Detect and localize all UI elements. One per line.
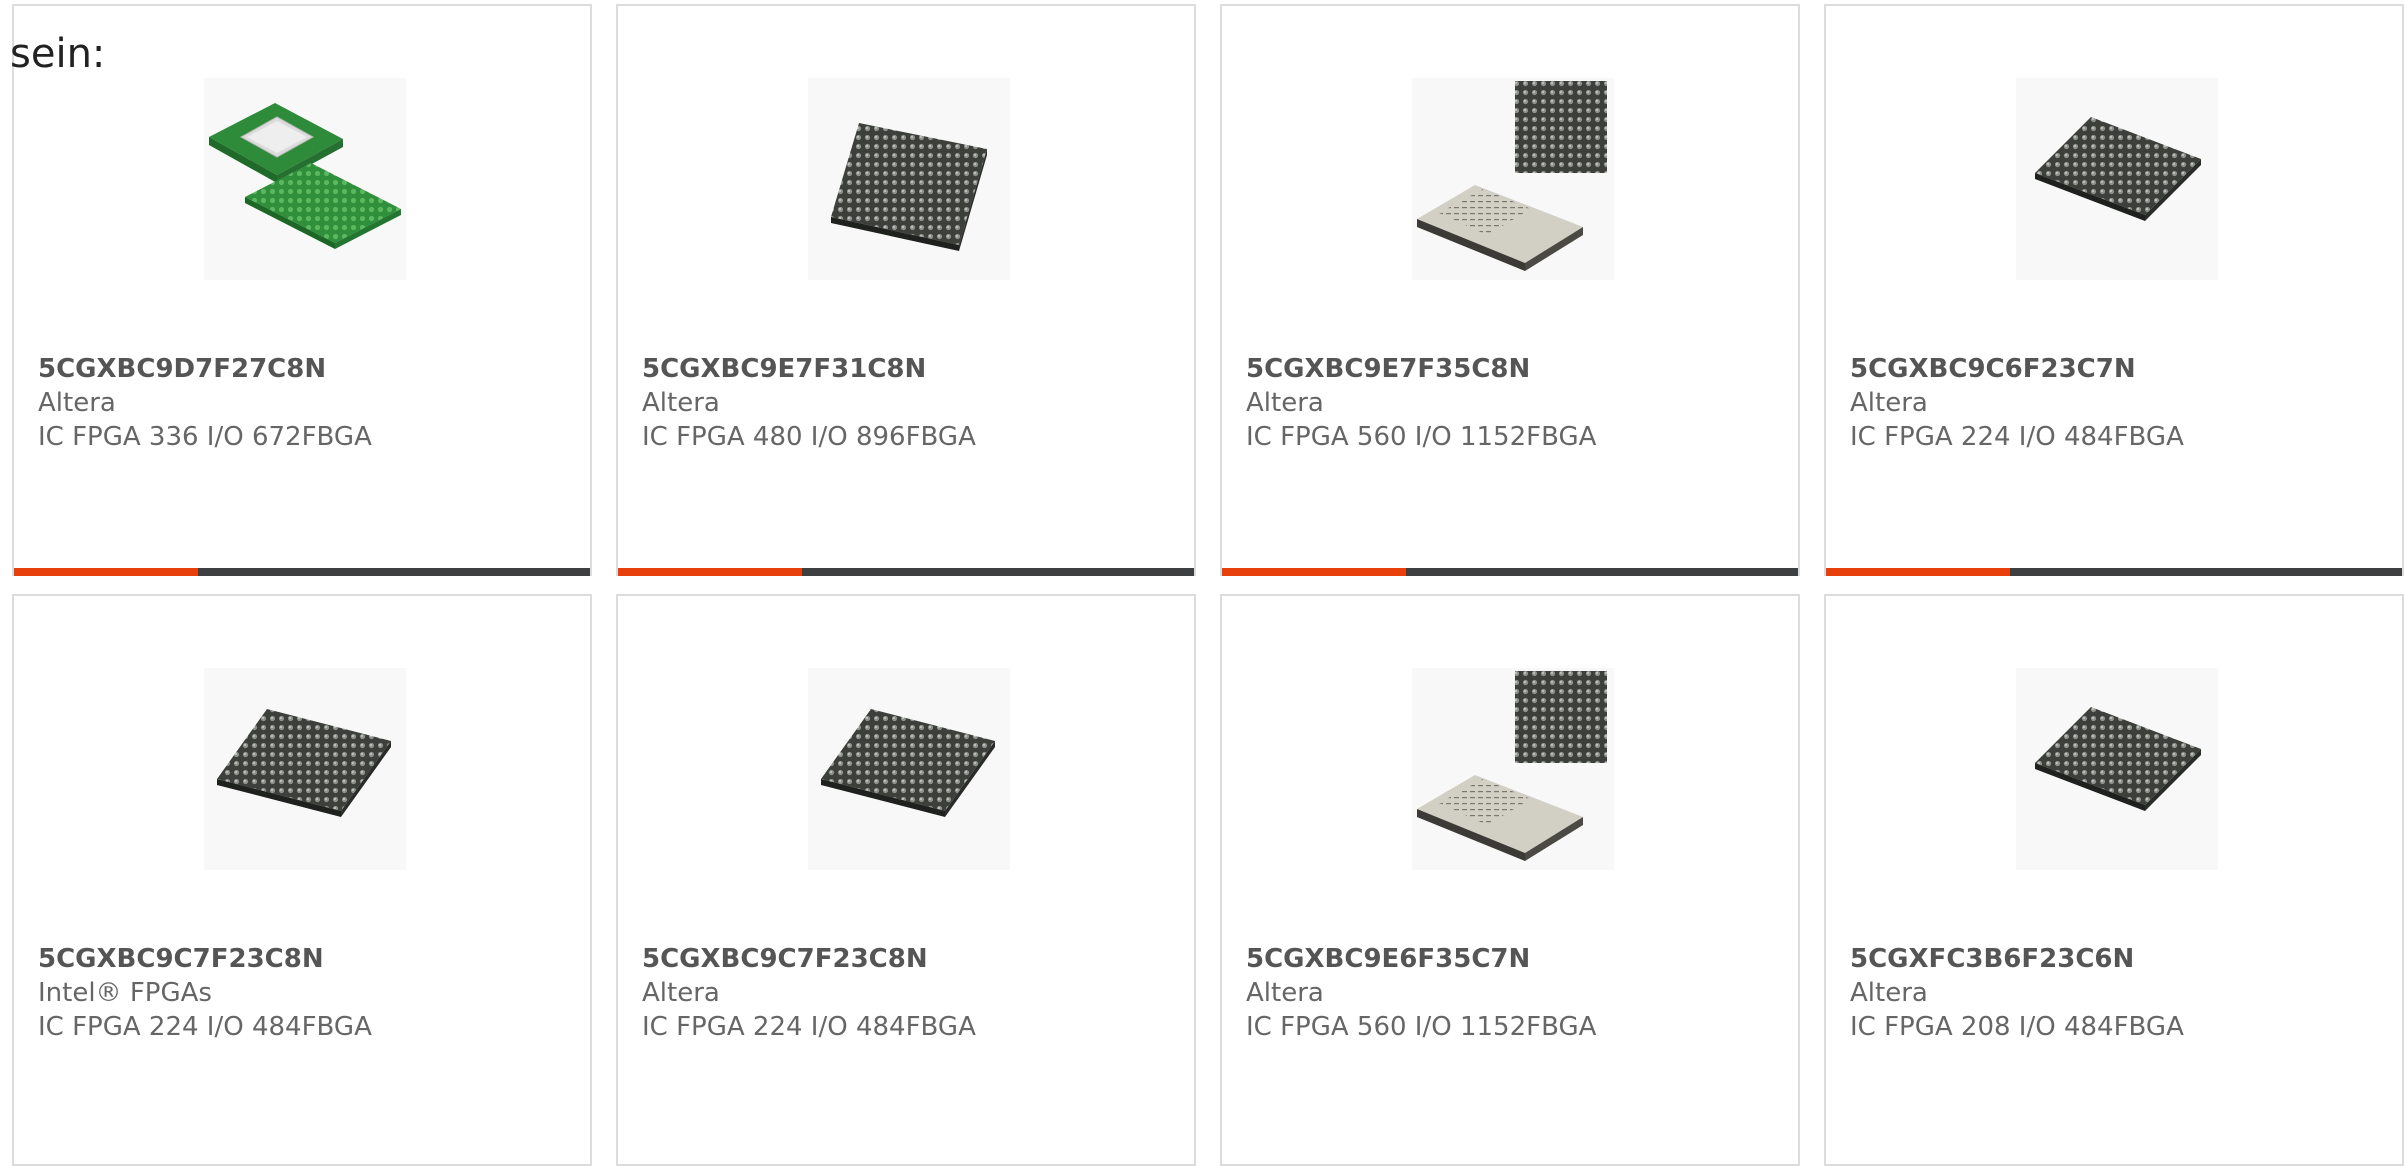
manufacturer: Altera — [1850, 978, 1928, 1008]
product-info: 5CGXBC9E6F35C7N Altera IC FPGA 560 I/O 1… — [1246, 942, 1778, 1044]
product-card[interactable]: 5CGXBC9D7F27C8N Altera IC FPGA 336 I/O 6… — [12, 4, 592, 576]
product-image[interactable] — [1412, 668, 1614, 870]
beige-bga-chip-icon — [1417, 81, 1607, 271]
manufacturer: Altera — [1246, 388, 1324, 418]
part-number[interactable]: 5CGXBC9E7F35C8N — [1246, 352, 1778, 386]
description: IC FPGA 208 I/O 484FBGA — [1850, 1012, 2184, 1042]
part-number[interactable]: 5CGXBC9E6F35C7N — [1246, 942, 1778, 976]
description: IC FPGA 560 I/O 1152FBGA — [1246, 422, 1597, 452]
description: IC FPGA 480 I/O 896FBGA — [642, 422, 976, 452]
product-info: 5CGXBC9C7F23C8N Intel® FPGAs IC FPGA 224… — [38, 942, 570, 1044]
product-card[interactable]: 5CGXBC9C6F23C7N Altera IC FPGA 224 I/O 4… — [1824, 4, 2404, 576]
description: IC FPGA 224 I/O 484FBGA — [1850, 422, 2184, 452]
progress-fill — [1222, 568, 1407, 576]
progress-bar — [14, 568, 590, 576]
product-card[interactable]: 5CGXBC9E6F35C7N Altera IC FPGA 560 I/O 1… — [1220, 594, 1800, 1166]
product-image[interactable] — [204, 78, 406, 280]
progress-bar — [618, 568, 1194, 576]
dark-bga-chip-icon — [821, 709, 995, 817]
part-number[interactable]: 5CGXBC9C7F23C8N — [38, 942, 570, 976]
product-image[interactable] — [808, 78, 1010, 280]
part-number[interactable]: 5CGXBC9D7F27C8N — [38, 352, 570, 386]
beige-bga-chip-icon — [1417, 671, 1607, 861]
manufacturer: Intel® FPGAs — [38, 978, 212, 1008]
product-info: 5CGXBC9E7F35C8N Altera IC FPGA 560 I/O 1… — [1246, 352, 1778, 454]
dark-bga-chip-icon — [831, 123, 987, 251]
product-info: 5CGXBC9E7F31C8N Altera IC FPGA 480 I/O 8… — [642, 352, 1174, 454]
progress-bar — [1222, 568, 1798, 576]
product-card[interactable]: 5CGXBC9E7F35C8N Altera IC FPGA 560 I/O 1… — [1220, 4, 1800, 576]
part-number[interactable]: 5CGXBC9C6F23C7N — [1850, 352, 2382, 386]
product-image[interactable] — [204, 668, 406, 870]
product-card[interactable]: 5CGXBC9C7F23C8N Intel® FPGAs IC FPGA 224… — [12, 594, 592, 1166]
product-image[interactable] — [2016, 78, 2218, 280]
progress-bar — [1826, 568, 2402, 576]
part-number[interactable]: 5CGXBC9E7F31C8N — [642, 352, 1174, 386]
description: IC FPGA 336 I/O 672FBGA — [38, 422, 372, 452]
product-info: 5CGXBC9C6F23C7N Altera IC FPGA 224 I/O 4… — [1850, 352, 2382, 454]
product-grid: 5CGXBC9D7F27C8N Altera IC FPGA 336 I/O 6… — [12, 4, 2405, 1166]
product-image[interactable] — [808, 668, 1010, 870]
manufacturer: Altera — [642, 978, 720, 1008]
progress-fill — [1826, 568, 2011, 576]
product-info: 5CGXBC9D7F27C8N Altera IC FPGA 336 I/O 6… — [38, 352, 570, 454]
product-card[interactable]: 5CGXBC9C7F23C8N Altera IC FPGA 224 I/O 4… — [616, 594, 1196, 1166]
product-info: 5CGXFC3B6F23C6N Altera IC FPGA 208 I/O 4… — [1850, 942, 2382, 1044]
green-bga-chip-with-lid-icon — [209, 103, 401, 249]
manufacturer: Altera — [1246, 978, 1324, 1008]
part-number[interactable]: 5CGXFC3B6F23C6N — [1850, 942, 2382, 976]
product-card[interactable]: 5CGXBC9E7F31C8N Altera IC FPGA 480 I/O 8… — [616, 4, 1196, 576]
product-card[interactable]: 5CGXFC3B6F23C6N Altera IC FPGA 208 I/O 4… — [1824, 594, 2404, 1166]
manufacturer: Altera — [38, 388, 116, 418]
progress-fill — [618, 568, 803, 576]
description: IC FPGA 224 I/O 484FBGA — [642, 1012, 976, 1042]
dark-bga-chip-icon — [2035, 707, 2201, 811]
manufacturer: Altera — [1850, 388, 1928, 418]
part-number[interactable]: 5CGXBC9C7F23C8N — [642, 942, 1174, 976]
product-image[interactable] — [2016, 668, 2218, 870]
product-info: 5CGXBC9C7F23C8N Altera IC FPGA 224 I/O 4… — [642, 942, 1174, 1044]
description: IC FPGA 560 I/O 1152FBGA — [1246, 1012, 1597, 1042]
dark-bga-chip-icon — [2035, 117, 2201, 221]
dark-bga-chip-icon — [217, 709, 391, 817]
progress-fill — [14, 568, 199, 576]
manufacturer: Altera — [642, 388, 720, 418]
description: IC FPGA 224 I/O 484FBGA — [38, 1012, 372, 1042]
page-heading: sein: — [10, 31, 106, 77]
product-image[interactable] — [1412, 78, 1614, 280]
